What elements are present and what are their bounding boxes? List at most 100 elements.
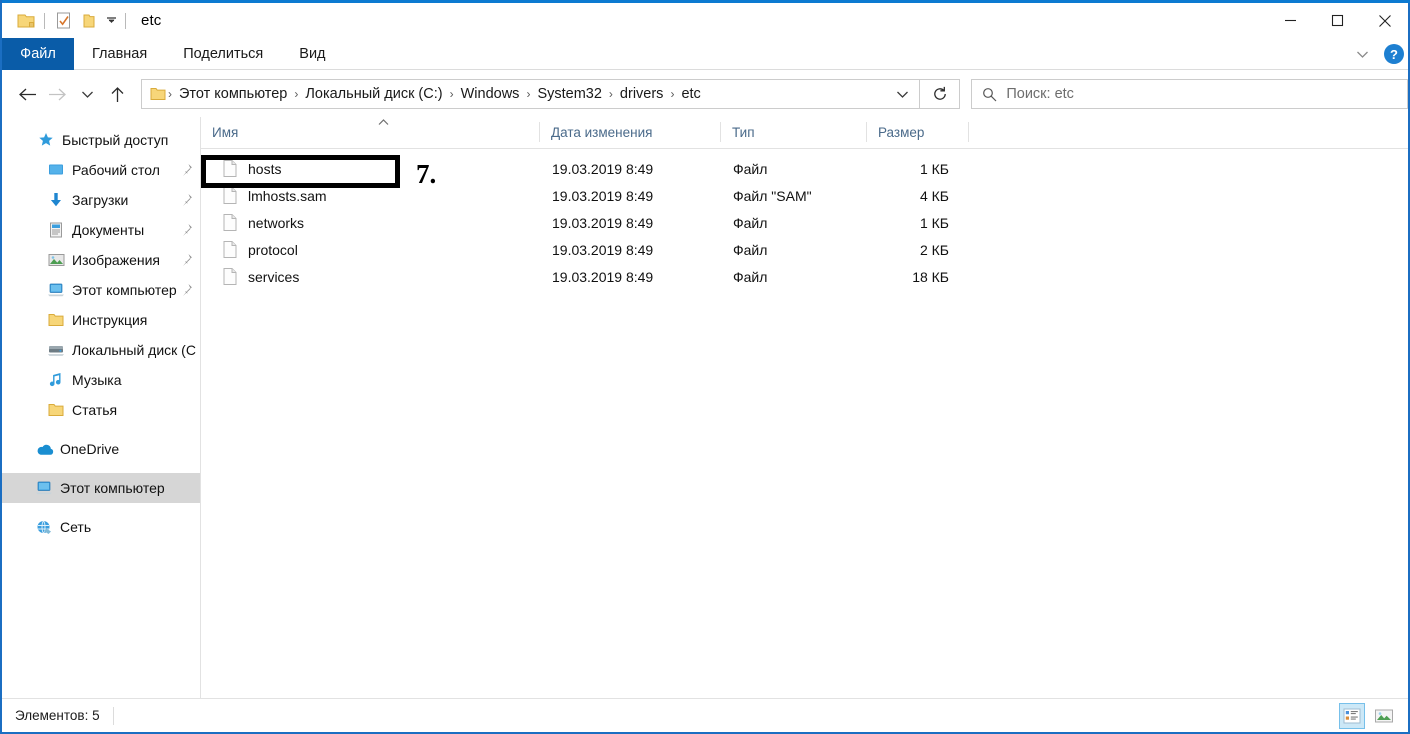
column-divider-4[interactable] [968, 122, 969, 142]
file-name-cell[interactable]: networks [201, 209, 540, 236]
file-name-cell[interactable]: lmhosts.sam [201, 182, 540, 209]
table-row[interactable]: networks 19.03.2019 8:49 Файл 1 КБ [201, 209, 1408, 236]
breadcrumb-separator-1[interactable]: › [292, 87, 300, 101]
file-type-cell: Файл [733, 241, 768, 258]
file-icon [223, 159, 239, 178]
file-size-cell: 1 КБ [919, 214, 949, 231]
sidebar-item-this-pc-quick[interactable]: Этот компьютер [2, 275, 200, 305]
breadcrumb-item-5[interactable]: etc [676, 86, 705, 102]
pin-icon[interactable] [181, 163, 193, 177]
sidebar-item-music[interactable]: Музыка [2, 365, 200, 395]
sidebar-item-this-pc[interactable]: Этот компьютер [2, 473, 200, 503]
file-date-cell: 19.03.2019 8:49 [552, 268, 654, 285]
breadcrumb-item-1[interactable]: Локальный диск (C:) [300, 86, 447, 102]
network-icon [34, 517, 54, 537]
sidebar-item-statya[interactable]: Статья [2, 395, 200, 425]
large-icons-view-button[interactable] [1371, 703, 1397, 729]
sidebar-item-desktop[interactable]: Рабочий стол [2, 155, 200, 185]
pictures-icon [46, 250, 66, 270]
back-button[interactable] [13, 79, 43, 109]
table-row[interactable]: hosts 19.03.2019 8:49 Файл 1 КБ [201, 155, 1408, 182]
minimize-button[interactable] [1267, 3, 1314, 38]
sidebar-label: Локальный диск (C [72, 342, 196, 358]
breadcrumb-folder-icon[interactable] [150, 87, 166, 101]
details-view-button[interactable] [1339, 702, 1365, 729]
expand-ribbon-icon[interactable] [1348, 41, 1376, 67]
properties-icon[interactable] [50, 10, 76, 32]
file-name-cell[interactable]: protocol [201, 236, 540, 263]
folder-icon [46, 310, 66, 330]
breadcrumb[interactable]: › Этот компьютер › Локальный диск (C:) ›… [140, 79, 921, 109]
window-title: etc [141, 12, 162, 29]
recent-locations-button[interactable] [73, 79, 103, 109]
breadcrumb-separator-4[interactable]: › [607, 87, 615, 101]
refresh-button[interactable] [920, 79, 961, 109]
table-row[interactable]: services 19.03.2019 8:49 Файл 18 КБ [201, 263, 1408, 290]
breadcrumb-separator-2[interactable]: › [448, 87, 456, 101]
search-input[interactable]: Поиск: etc [1006, 86, 1074, 102]
file-name-cell[interactable]: hosts [201, 155, 540, 182]
column-header-date[interactable]: Дата изменения [540, 116, 721, 148]
column-header-size[interactable]: Размер [867, 116, 969, 148]
folder-icon[interactable] [13, 10, 39, 32]
tab-file[interactable]: Файл [2, 38, 74, 70]
help-icon[interactable]: ? [1384, 44, 1404, 64]
tab-share[interactable]: Поделиться [165, 38, 281, 70]
breadcrumb-separator-0[interactable]: › [166, 87, 174, 101]
sidebar-item-documents[interactable]: Документы [2, 215, 200, 245]
file-type-cell: Файл "SAM" [733, 187, 812, 204]
column-header-type[interactable]: Тип [721, 116, 867, 148]
music-icon [46, 370, 66, 390]
new-folder-icon[interactable] [76, 10, 102, 32]
file-name-cell[interactable]: services [201, 263, 540, 290]
status-bar: Элементов: 5 [2, 698, 1408, 732]
sidebar-item-onedrive[interactable]: OneDrive [2, 434, 200, 464]
close-button[interactable] [1361, 3, 1408, 38]
desktop-icon [46, 160, 66, 180]
computer-icon [46, 280, 66, 300]
status-separator [112, 706, 114, 725]
file-name-text: networks [248, 214, 305, 231]
quick-access-toolbar: etc [2, 10, 161, 32]
address-bar-row: › Этот компьютер › Локальный диск (C:) ›… [2, 71, 1409, 117]
main-content: Быстрый доступ Рабочий стол Загрузки Док… [2, 117, 1408, 700]
tab-home[interactable]: Главная [74, 38, 165, 70]
up-button[interactable] [103, 79, 133, 109]
column-header-size-label: Размер [878, 124, 925, 140]
search-box[interactable]: Поиск: etc [971, 79, 1409, 109]
sidebar-label: Музыка [72, 372, 122, 388]
pin-icon[interactable] [181, 193, 193, 207]
sidebar-label: Загрузки [72, 192, 129, 208]
file-date-cell: 19.03.2019 8:49 [552, 214, 654, 231]
breadcrumb-separator-3[interactable]: › [524, 87, 532, 101]
table-row[interactable]: lmhosts.sam 19.03.2019 8:49 Файл "SAM" 4… [201, 182, 1408, 209]
sidebar-item-quick-access[interactable]: Быстрый доступ [2, 125, 200, 155]
table-row[interactable]: protocol 19.03.2019 8:49 Файл 2 КБ [201, 236, 1408, 263]
breadcrumb-dropdown-icon[interactable] [891, 80, 913, 108]
column-header-date-label: Дата изменения [551, 124, 653, 140]
breadcrumb-item-3[interactable]: System32 [532, 86, 606, 102]
forward-button[interactable] [43, 79, 73, 109]
file-icon [223, 186, 239, 205]
breadcrumb-item-2[interactable]: Windows [456, 86, 525, 102]
maximize-button[interactable] [1314, 3, 1361, 38]
pin-icon[interactable] [181, 223, 193, 237]
sidebar-label: Документы [72, 222, 145, 238]
breadcrumb-item-4[interactable]: drivers [615, 86, 669, 102]
tab-view[interactable]: Вид [281, 38, 343, 70]
pin-icon[interactable] [181, 253, 193, 267]
breadcrumb-item-0[interactable]: Этот компьютер [174, 86, 292, 102]
sidebar-item-pictures[interactable]: Изображения [2, 245, 200, 275]
toolbar-separator-1 [44, 12, 45, 29]
pin-icon[interactable] [181, 283, 193, 297]
sidebar-label: Статья [72, 402, 118, 418]
chevron-down-icon[interactable] [102, 11, 120, 31]
sidebar-item-instrukciya[interactable]: Инструкция [2, 305, 200, 335]
sidebar-item-network[interactable]: Сеть [2, 512, 200, 542]
column-header-name[interactable]: Имя [201, 116, 540, 148]
file-rows: hosts 19.03.2019 8:49 Файл 1 КБ lmhosts.… [201, 149, 1408, 290]
breadcrumb-separator-5[interactable]: › [668, 87, 676, 101]
sidebar-item-downloads[interactable]: Загрузки [2, 185, 200, 215]
file-icon [223, 240, 239, 259]
sidebar-item-local-disk-c[interactable]: Локальный диск (C [2, 335, 200, 365]
